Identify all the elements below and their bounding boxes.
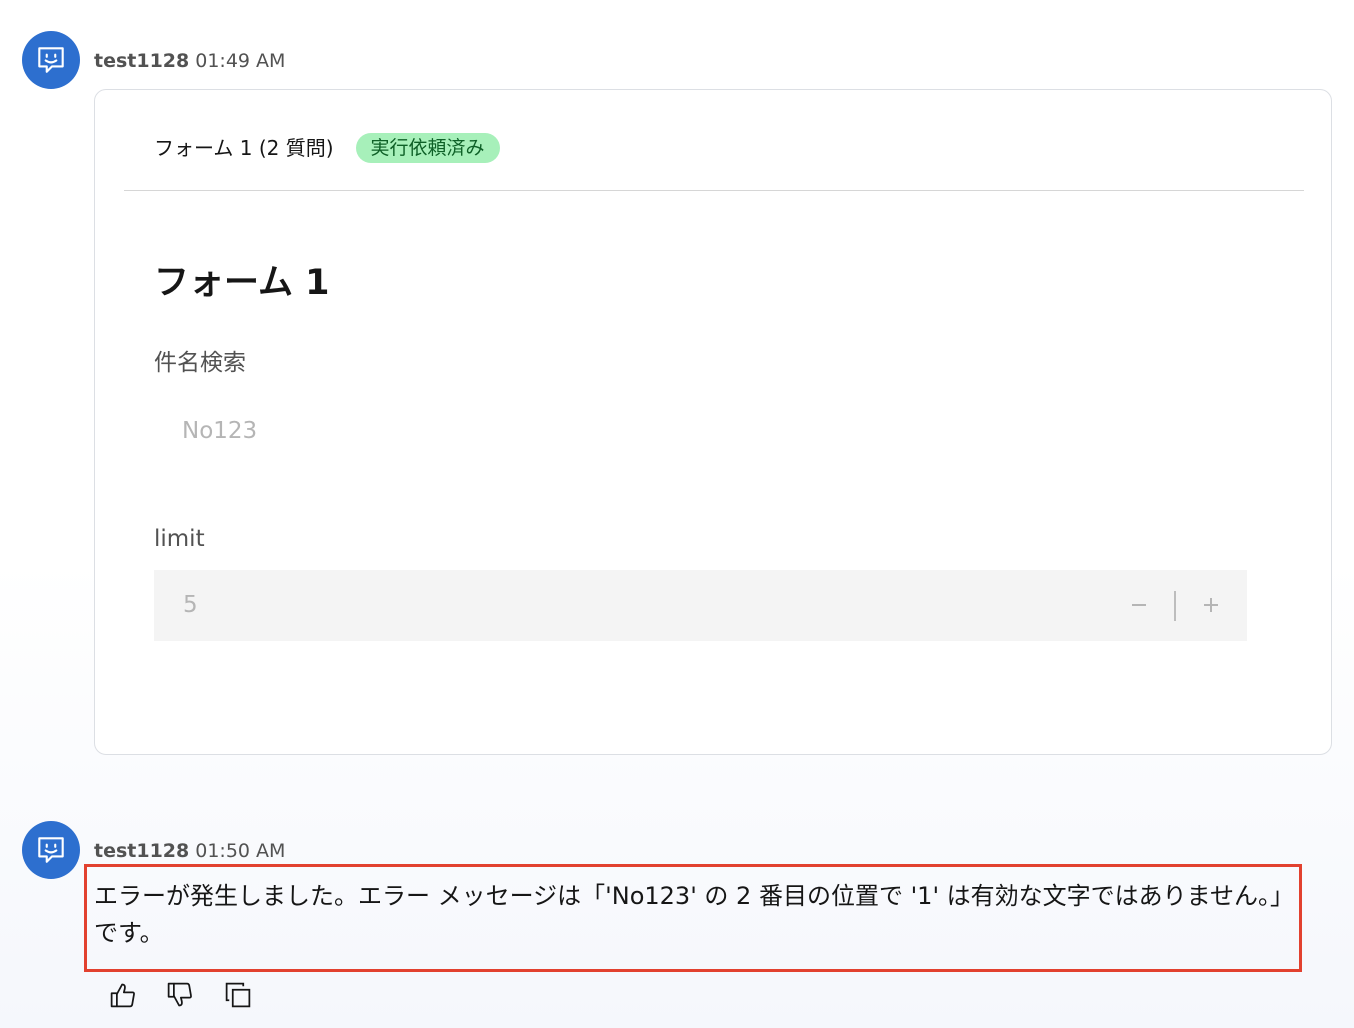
status-badge: 実行依頼済み: [355, 133, 500, 163]
message-author: test1128: [94, 840, 190, 862]
divider: [124, 190, 1304, 191]
copy-icon: [225, 982, 251, 1008]
limit-value: 5: [183, 592, 198, 618]
chat-bot-icon: [38, 47, 64, 73]
stepper-divider: [1174, 591, 1176, 621]
subject-search-value: No123: [182, 418, 258, 444]
limit-label: limit: [154, 526, 205, 552]
copy-button[interactable]: [221, 978, 255, 1012]
form-title: フォーム 1: [154, 263, 330, 303]
thumbs-up-icon: [110, 983, 135, 1008]
highlight-box: [84, 864, 1302, 972]
form-card: フォーム 1 (2 質問) 実行依頼済み フォーム 1 件名検索 No123 l…: [94, 89, 1332, 755]
plus-icon: [1204, 598, 1218, 612]
chat-bot-avatar: [22, 31, 80, 89]
increment-button[interactable]: [1194, 588, 1228, 622]
thumbs-down-icon: [167, 982, 192, 1007]
thumbs-down-button[interactable]: [163, 978, 197, 1012]
message-header: test1128 01:49 AM: [94, 49, 285, 73]
limit-number-input[interactable]: 5: [154, 570, 1247, 641]
subject-search-label: 件名検索: [154, 350, 246, 376]
form-card-header: フォーム 1 (2 質問) 実行依頼済み: [154, 133, 500, 163]
message-time: 01:50 AM: [195, 840, 286, 862]
subject-search-field[interactable]: No123: [154, 406, 1247, 456]
form-card-header-title: フォーム 1 (2 質問): [154, 136, 334, 160]
message-header: test1128 01:50 AM: [94, 839, 285, 863]
minus-icon: [1132, 604, 1146, 606]
decrement-button[interactable]: [1122, 588, 1156, 622]
thumbs-up-button[interactable]: [106, 978, 140, 1012]
chat-bot-avatar: [22, 821, 80, 879]
message-author: test1128: [94, 50, 190, 72]
message-time: 01:49 AM: [195, 50, 286, 72]
chat-bot-icon: [38, 837, 64, 863]
